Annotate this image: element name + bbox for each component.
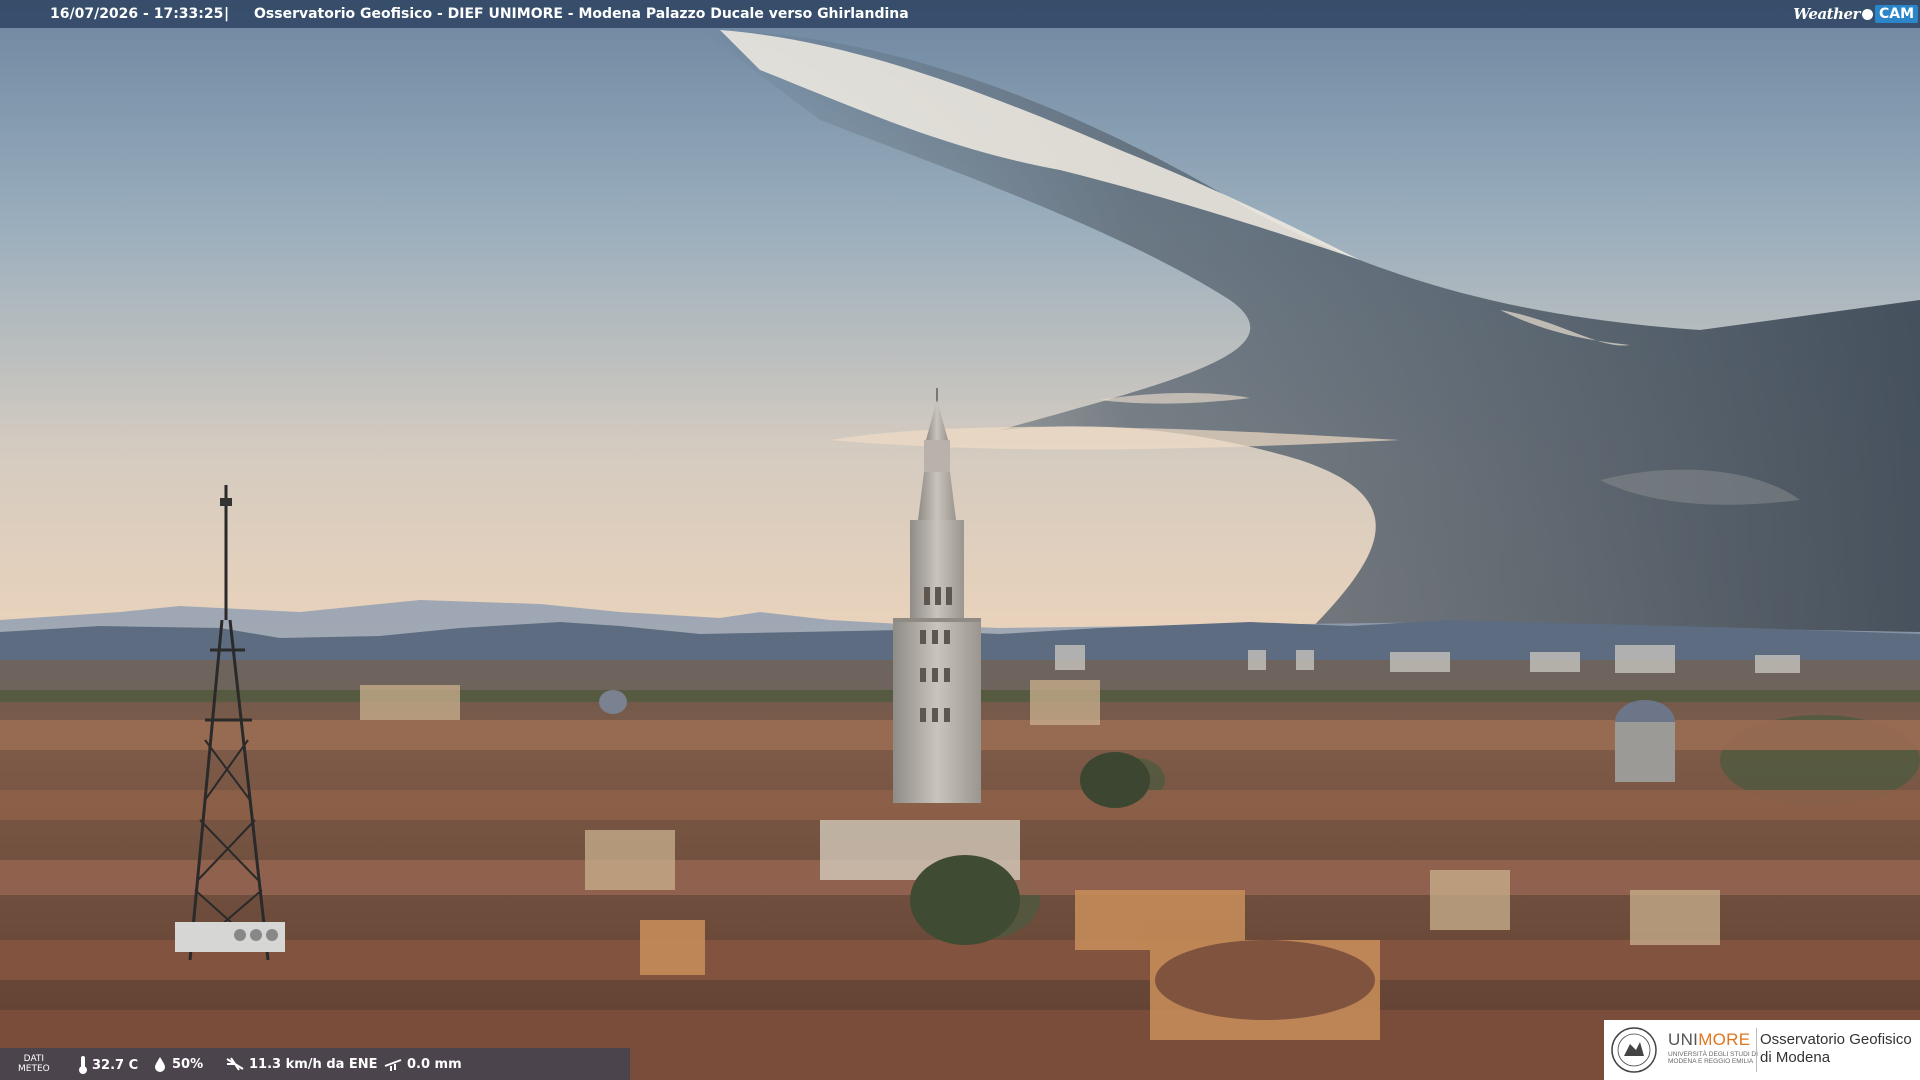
wind-value: 11.3 km/h da ENE	[249, 1056, 378, 1072]
rain-value: 0.0 mm	[407, 1056, 462, 1072]
weather-label-line2: METEO	[18, 1064, 50, 1074]
info-bar: 16/07/2026 - 17:33:25 | Osservatorio Geo…	[0, 0, 1920, 28]
unimore-subtitle: UNIVERSITÀ DEGLI STUDI DI MODENA E REGGI…	[1668, 1051, 1758, 1065]
university-seal-icon	[1611, 1027, 1657, 1073]
temperature-value: 32.7 C	[92, 1057, 139, 1073]
humidity-icon	[155, 1057, 165, 1072]
weathercam-logo: Weather CAM	[1793, 3, 1918, 25]
observatory-line1: Osservatorio Geofisico	[1760, 1031, 1912, 1048]
unimore-part2: MORE	[1698, 1030, 1751, 1049]
temperature-item: 32.7 C	[78, 1056, 138, 1074]
camera-title: Osservatorio Geofisico - DIEF UNIMORE - …	[254, 6, 909, 22]
rain-item: 0.0 mm	[383, 1056, 462, 1072]
brand-box: CAM	[1874, 5, 1918, 23]
observatory-logo: UNIMORE UNIVERSITÀ DEGLI STUDI DI MODENA…	[1604, 1020, 1920, 1080]
brand-word: Weather	[1793, 5, 1860, 23]
humidity-value: 50%	[172, 1056, 204, 1072]
observatory-line2: di Modena	[1760, 1049, 1831, 1066]
unimore-name: UNIMORE	[1668, 1030, 1750, 1050]
thermometer-icon	[79, 1056, 87, 1074]
logo-divider	[1756, 1028, 1757, 1072]
separator: |	[224, 6, 230, 22]
webcam-photo	[0, 0, 1920, 1080]
wind-item: 11.3 km/h da ENE	[225, 1056, 378, 1072]
weather-data-bar: DATI METEO 32.7 C 50% 11.3 km/h da ENE 0…	[0, 1048, 630, 1080]
timestamp: 16/07/2026 - 17:33:25	[50, 6, 224, 22]
wind-icon	[226, 1057, 244, 1071]
weather-label: DATI METEO	[18, 1054, 50, 1074]
humidity-item: 50%	[152, 1056, 203, 1072]
unimore-part1: UNI	[1668, 1030, 1699, 1049]
observatory-name: Osservatorio Geofisico di Modena	[1760, 1031, 1912, 1067]
rain-gauge-icon	[384, 1059, 402, 1071]
brand-dot-icon	[1861, 8, 1873, 20]
weather-label-line1: DATI	[23, 1054, 45, 1064]
